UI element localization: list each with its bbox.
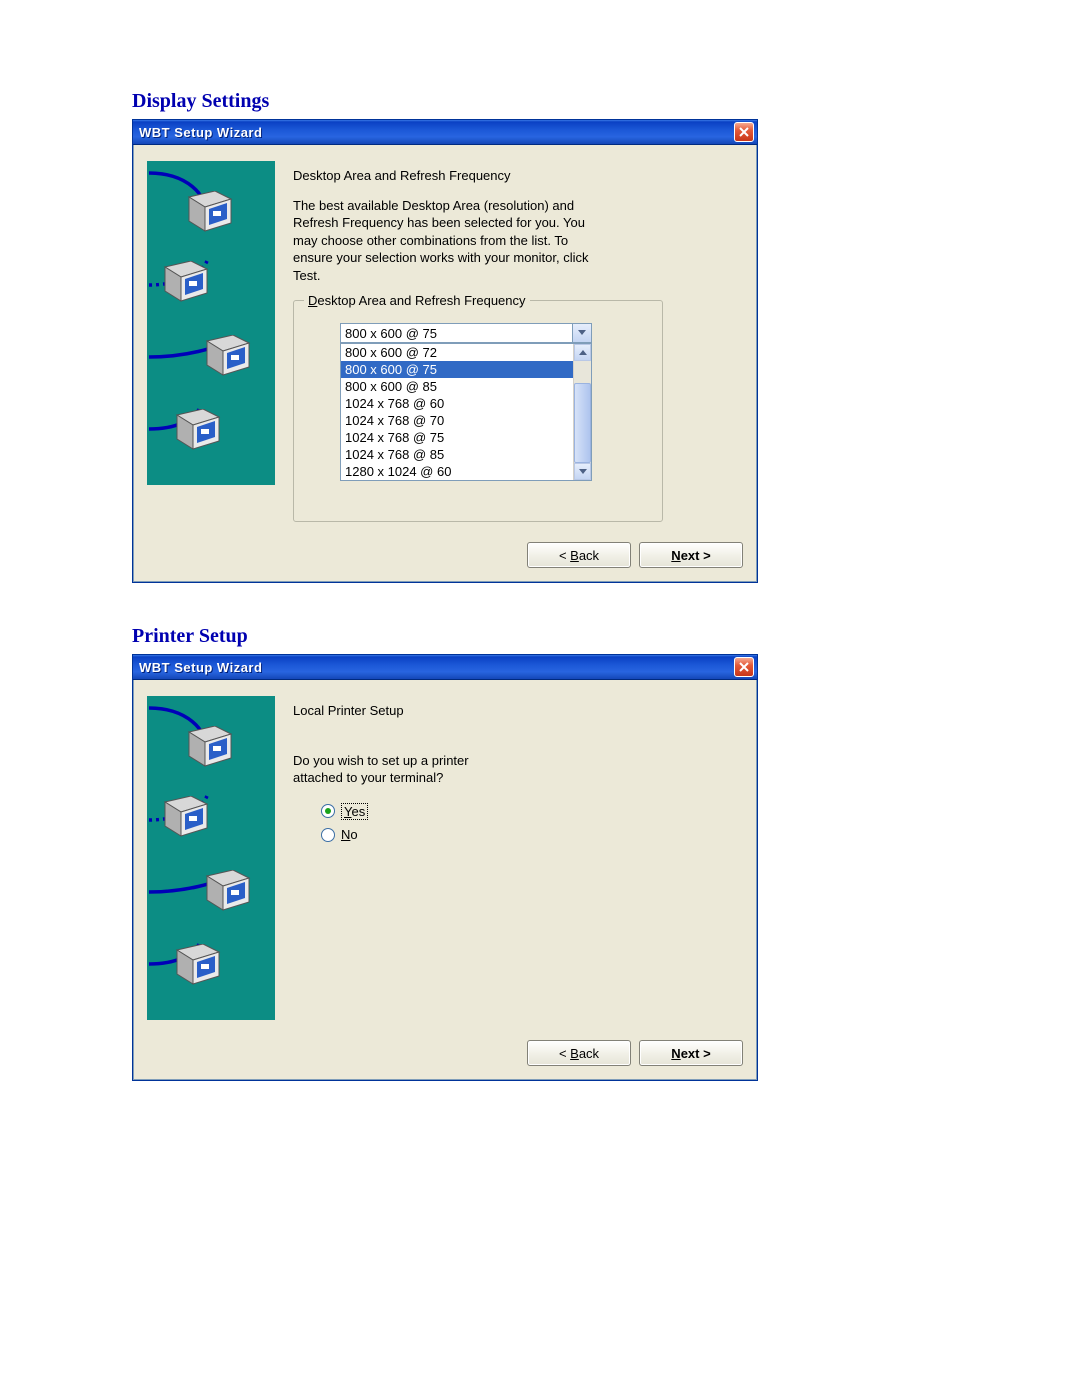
- combo-option[interactable]: 1024 x 768 @ 75: [341, 429, 573, 446]
- resolution-groupbox: Desktop Area and Refresh Frequency 800 x…: [293, 300, 663, 522]
- scroll-track[interactable]: [574, 361, 591, 463]
- close-button[interactable]: [734, 657, 754, 677]
- content-heading: Local Printer Setup: [293, 702, 743, 720]
- chevron-up-icon: [579, 350, 587, 356]
- next-button[interactable]: Next >: [639, 542, 743, 568]
- window-body: Desktop Area and Refresh Frequency The b…: [133, 145, 757, 532]
- combo-selected-text: 800 x 600 @ 75: [341, 324, 572, 342]
- combo-option[interactable]: 800 x 600 @ 85: [341, 378, 573, 395]
- scroll-up-button[interactable]: [574, 344, 591, 361]
- chevron-down-icon: [578, 330, 586, 336]
- section-heading-printer-setup: Printer Setup: [132, 625, 948, 648]
- combo-option[interactable]: 800 x 600 @ 75: [341, 361, 573, 378]
- combo-dropdown-button[interactable]: [572, 324, 591, 342]
- back-button[interactable]: < Back: [527, 542, 631, 568]
- wizard-window-printer: WBT Setup Wizard: [132, 654, 758, 1081]
- combo-dropdown-list[interactable]: 800 x 600 @ 72800 x 600 @ 75800 x 600 @ …: [340, 343, 592, 481]
- close-icon: [739, 662, 749, 672]
- back-button[interactable]: < Back: [527, 1040, 631, 1066]
- wizard-graphic: [147, 161, 275, 485]
- combo-display[interactable]: 800 x 600 @ 75: [340, 323, 592, 343]
- wizard-button-row: < Back Next >: [133, 532, 757, 582]
- chevron-down-icon: [579, 469, 587, 475]
- wizard-content: Local Printer Setup Do you wish to set u…: [293, 696, 743, 1020]
- wizard-button-row: < Back Next >: [133, 1030, 757, 1080]
- radio-no[interactable]: No: [321, 826, 743, 844]
- window-title: WBT Setup Wizard: [139, 125, 262, 140]
- radio-no-label: No: [341, 826, 358, 844]
- radio-icon: [321, 804, 335, 818]
- radio-yes-label: Yes: [341, 803, 368, 820]
- combo-items[interactable]: 800 x 600 @ 72800 x 600 @ 75800 x 600 @ …: [341, 344, 573, 480]
- wizard-graphic: [147, 696, 275, 1020]
- document-page: Display Settings WBT Setup Wizard: [0, 0, 1080, 1121]
- titlebar[interactable]: WBT Setup Wizard: [133, 655, 757, 680]
- close-icon: [739, 127, 749, 137]
- content-body-text: The best available Desktop Area (resolut…: [293, 197, 603, 285]
- next-button[interactable]: Next >: [639, 1040, 743, 1066]
- groupbox-label: Desktop Area and Refresh Frequency: [304, 292, 530, 310]
- radio-yes[interactable]: Yes: [321, 803, 743, 820]
- combo-option[interactable]: 1024 x 768 @ 85: [341, 446, 573, 463]
- window-title: WBT Setup Wizard: [139, 660, 262, 675]
- wizard-window-display: WBT Setup Wizard: [132, 119, 758, 583]
- content-heading: Desktop Area and Refresh Frequency: [293, 167, 743, 185]
- combo-option[interactable]: 800 x 600 @ 72: [341, 344, 573, 361]
- scroll-thumb[interactable]: [574, 383, 591, 463]
- window-body: Local Printer Setup Do you wish to set u…: [133, 680, 757, 1030]
- scroll-down-button[interactable]: [574, 463, 591, 480]
- scrollbar[interactable]: [573, 344, 591, 480]
- content-body-text: Do you wish to set up a printer attached…: [293, 752, 513, 787]
- titlebar[interactable]: WBT Setup Wizard: [133, 120, 757, 145]
- radio-icon: [321, 828, 335, 842]
- combo-option[interactable]: 1024 x 768 @ 70: [341, 412, 573, 429]
- combo-option[interactable]: 1280 x 1024 @ 60: [341, 463, 573, 480]
- section-heading-display-settings: Display Settings: [132, 90, 948, 113]
- wizard-content: Desktop Area and Refresh Frequency The b…: [293, 161, 743, 522]
- combo-option[interactable]: 1024 x 768 @ 60: [341, 395, 573, 412]
- resolution-combo[interactable]: 800 x 600 @ 75 800 x 600 @ 72800 x 600 @…: [340, 323, 592, 481]
- close-button[interactable]: [734, 122, 754, 142]
